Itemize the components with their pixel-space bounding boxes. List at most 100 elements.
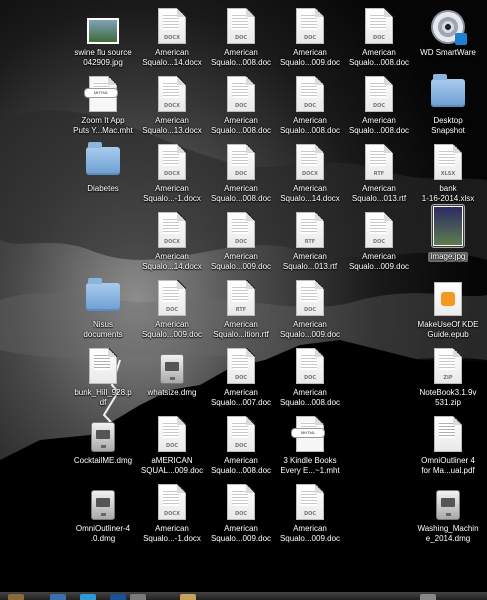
disc-icon [431, 6, 467, 45]
desktop-icon[interactable]: DOCX American Squalo...14.docx [137, 6, 207, 72]
desktop-icon[interactable]: OmniOutliner 4 for Ma...ual.pdf [413, 414, 483, 480]
dock-app-icon[interactable] [8, 594, 24, 600]
desktop-icon[interactable]: RTF American Squalo...ition.rtf [206, 278, 276, 344]
desktop-icon[interactable]: DOC aMERICAN SQUAL...009.doc [137, 414, 207, 480]
desktop-icon[interactable]: DOC American Squalo...009.doc [344, 210, 414, 276]
dock-app-icon[interactable] [130, 594, 146, 600]
document-icon: DOC [224, 346, 258, 384]
document-icon: DOCX [155, 210, 189, 248]
desktop-icon[interactable]: bunk_Hill_928.p df [68, 346, 138, 412]
desktop-icon[interactable]: Desktop Snapshot [413, 74, 483, 140]
document-icon: DOC [293, 74, 327, 112]
desktop-icon[interactable]: DOC American Squalo...008.doc [206, 414, 276, 480]
document-icon: DOC [224, 210, 258, 248]
icon-label: Desktop Snapshot [431, 116, 465, 135]
desktop-icon[interactable]: DOC American Squalo...009.doc [275, 482, 345, 548]
desktop-icon[interactable]: Diabetes [68, 142, 138, 208]
web-archive-icon: MHTML [84, 74, 120, 112]
document-icon: DOC [293, 278, 327, 316]
dock-app-icon[interactable] [180, 594, 196, 600]
desktop-icon[interactable]: RTF American Squalo...013.rtf [275, 210, 345, 276]
desktop-icon[interactable]: DOC American Squalo...008.doc [275, 74, 345, 140]
icon-label: American Squalo...008.doc [279, 388, 341, 407]
desktop-icon[interactable]: swine flu source 042909.jpg [68, 6, 138, 72]
dock-app-icon[interactable] [50, 594, 66, 600]
desktop-icon[interactable]: DOC American Squalo...009.doc [137, 278, 207, 344]
folder-icon [86, 142, 120, 180]
desktop-icon[interactable]: DOC American Squalo...008.doc [206, 142, 276, 208]
icon-label: MakeUseOf KDE Guide.epub [417, 320, 479, 339]
icon-label: Washing_Machin e_2014.dmg [417, 524, 479, 543]
document-icon: ZIP [431, 346, 465, 384]
photo-icon [86, 6, 120, 44]
document-icon: DOC [362, 6, 396, 44]
document-icon: RTF [362, 142, 396, 180]
icon-label: American Squalo...009.doc [279, 524, 341, 543]
document-icon: RTF [224, 278, 258, 316]
desktop-icon[interactable]: DOC American Squalo...008.doc [206, 6, 276, 72]
document-icon: DOCX [155, 74, 189, 112]
desktop-icon[interactable]: MakeUseOf KDE Guide.epub [413, 278, 483, 344]
icon-label: American Squalo...009.doc [279, 320, 341, 339]
document-icon: DOC [224, 482, 258, 520]
desktop-icon[interactable]: DOC American Squalo...008.doc [344, 6, 414, 72]
document-icon: DOC [224, 142, 258, 180]
document-icon: DOCX [155, 482, 189, 520]
desktop-icon[interactable]: DOC American Squalo...009.doc [275, 6, 345, 72]
dock-app-icon[interactable] [110, 594, 126, 600]
desktop-icon[interactable]: XLSX bank 1-16-2014.xlsx [413, 142, 483, 208]
web-archive-icon: MHTML [291, 414, 327, 452]
disk-image-icon [86, 414, 120, 452]
document-icon: DOC [362, 74, 396, 112]
document-icon: DOC [155, 414, 189, 452]
desktop-icon[interactable]: DOCX American Squalo...-1.docx [137, 482, 207, 548]
document-icon: RTF [293, 210, 327, 248]
document-icon: DOC [224, 414, 258, 452]
desktop-icon[interactable]: DOC American Squalo...007.doc [206, 346, 276, 412]
desktop-icon[interactable]: DOCX American Squalo...14.docx [137, 210, 207, 276]
desktop-icon[interactable]: ZIP NoteBook3.1.9v 531.zip [413, 346, 483, 412]
desktop-icon[interactable]: WD SmartWare [413, 6, 483, 72]
desktop-icon[interactable]: DOC American Squalo...009.doc [275, 278, 345, 344]
document-icon: XLSX [431, 142, 465, 180]
desktop-icon[interactable]: DOC American Squalo...008.doc [275, 346, 345, 412]
document-icon: DOC [362, 210, 396, 248]
photo-icon [431, 204, 465, 248]
desktop-icon[interactable]: image.jpg [413, 204, 483, 276]
folder-icon [86, 278, 120, 316]
desktop-icon[interactable]: DOCX American Squalo...14.docx [275, 142, 345, 208]
desktop[interactable]: swine flu source 042909.jpg DOCX American … [0, 0, 487, 600]
document-icon: DOC [293, 346, 327, 384]
document-icon: DOC [155, 278, 189, 316]
document-icon: DOCX [293, 142, 327, 180]
desktop-icon[interactable]: DOC American Squalo...009.doc [206, 482, 276, 548]
icon-label: OmniOutliner 4 for Ma...ual.pdf [421, 456, 475, 475]
desktop-icon[interactable]: DOCX American Squalo...-1.docx [137, 142, 207, 208]
folder-icon [431, 74, 465, 112]
desktop-icon[interactable]: RTF American Squalo...013.rtf [344, 142, 414, 208]
desktop-icon[interactable]: Nisus documents [68, 278, 138, 344]
icon-label: 3 Kindle Books Every E...~1.mht [280, 456, 340, 475]
document-icon: DOC [224, 74, 258, 112]
icon-label: bank 1-16-2014.xlsx [421, 184, 475, 203]
document-icon: DOC [293, 482, 327, 520]
icon-label: image.jpg [427, 252, 469, 262]
document-icon: DOCX [155, 6, 189, 44]
dock[interactable] [0, 592, 487, 600]
desktop-icon[interactable]: DOC American Squalo...009.doc [206, 210, 276, 276]
desktop-icon[interactable]: Washing_Machin e_2014.dmg [413, 482, 483, 548]
desktop-icon[interactable]: DOC American Squalo...008.doc [344, 74, 414, 140]
desktop-icon[interactable]: DOC American Squalo...008.doc [206, 74, 276, 140]
desktop-icon[interactable]: DOCX American Squalo...13.docx [137, 74, 207, 140]
document-icon: DOC [224, 6, 258, 44]
dock-app-icon[interactable] [80, 594, 96, 600]
desktop-icon[interactable]: OmniOutliner-4 .0.dmg [68, 482, 138, 548]
document-icon: DOC [293, 6, 327, 44]
desktop-icon[interactable]: MHTML Zoom It App Puts Y...Mac.mht [68, 74, 138, 140]
desktop-icon[interactable]: CocktailME.dmg [68, 414, 138, 480]
icon-label: WD SmartWare [420, 48, 476, 57]
dock-app-icon[interactable] [420, 594, 436, 600]
desktop-icon[interactable]: whatsize.dmg [137, 346, 207, 412]
disk-image-icon [431, 482, 465, 520]
desktop-icon[interactable]: MHTML 3 Kindle Books Every E...~1.mht [275, 414, 345, 480]
